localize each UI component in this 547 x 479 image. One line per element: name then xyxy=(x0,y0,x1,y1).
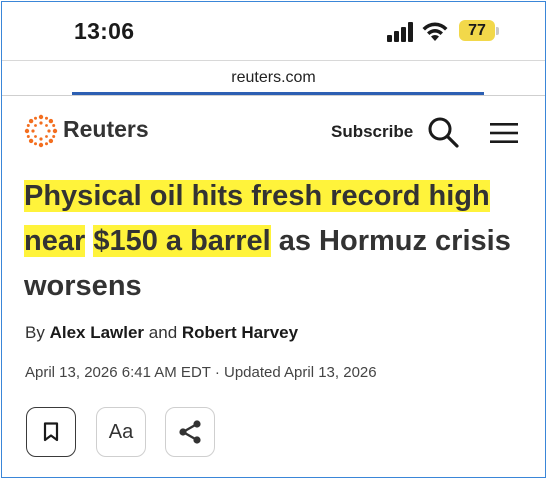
byline-conjunction: and xyxy=(144,323,182,342)
share-icon xyxy=(179,420,201,444)
author-link[interactable]: Robert Harvey xyxy=(182,323,298,342)
status-time: 13:06 xyxy=(74,18,135,44)
article-headline: Physical oil hits fresh record high near… xyxy=(24,174,529,309)
byline-prefix: By xyxy=(25,323,50,342)
bookmark-button[interactable] xyxy=(26,407,76,457)
text-size-label: Aa xyxy=(108,420,134,443)
byline: By Alex Lawler and Robert Harvey xyxy=(25,323,298,343)
status-bar: 13:06 77 xyxy=(2,2,545,60)
menu-icon[interactable] xyxy=(490,122,518,144)
author-link[interactable]: Alex Lawler xyxy=(50,323,145,342)
reuters-logo-text[interactable]: Reuters xyxy=(63,116,149,143)
battery-cap xyxy=(496,27,499,35)
signal-icon xyxy=(387,22,413,42)
search-icon[interactable] xyxy=(427,116,459,148)
address-bar[interactable]: reuters.com xyxy=(2,60,545,93)
text-size-button[interactable]: Aa xyxy=(96,407,146,457)
wifi-icon xyxy=(422,22,448,41)
phone-screen: 13:06 77 reuters.com Reuters Subscribe P… xyxy=(1,1,546,478)
subscribe-button[interactable]: Subscribe xyxy=(331,122,413,142)
dateline: April 13, 2026 6:41 AM EDT · Updated Apr… xyxy=(25,364,377,381)
bookmark-icon xyxy=(43,422,59,442)
url-text[interactable]: reuters.com xyxy=(2,69,545,87)
headline-highlight: $150 a barrel xyxy=(93,225,271,257)
battery-icon: 77 xyxy=(459,20,499,41)
reuters-logo-icon[interactable] xyxy=(24,114,58,148)
site-header: Reuters Subscribe xyxy=(2,96,545,166)
battery-level: 77 xyxy=(468,22,486,39)
share-button[interactable] xyxy=(165,407,215,457)
